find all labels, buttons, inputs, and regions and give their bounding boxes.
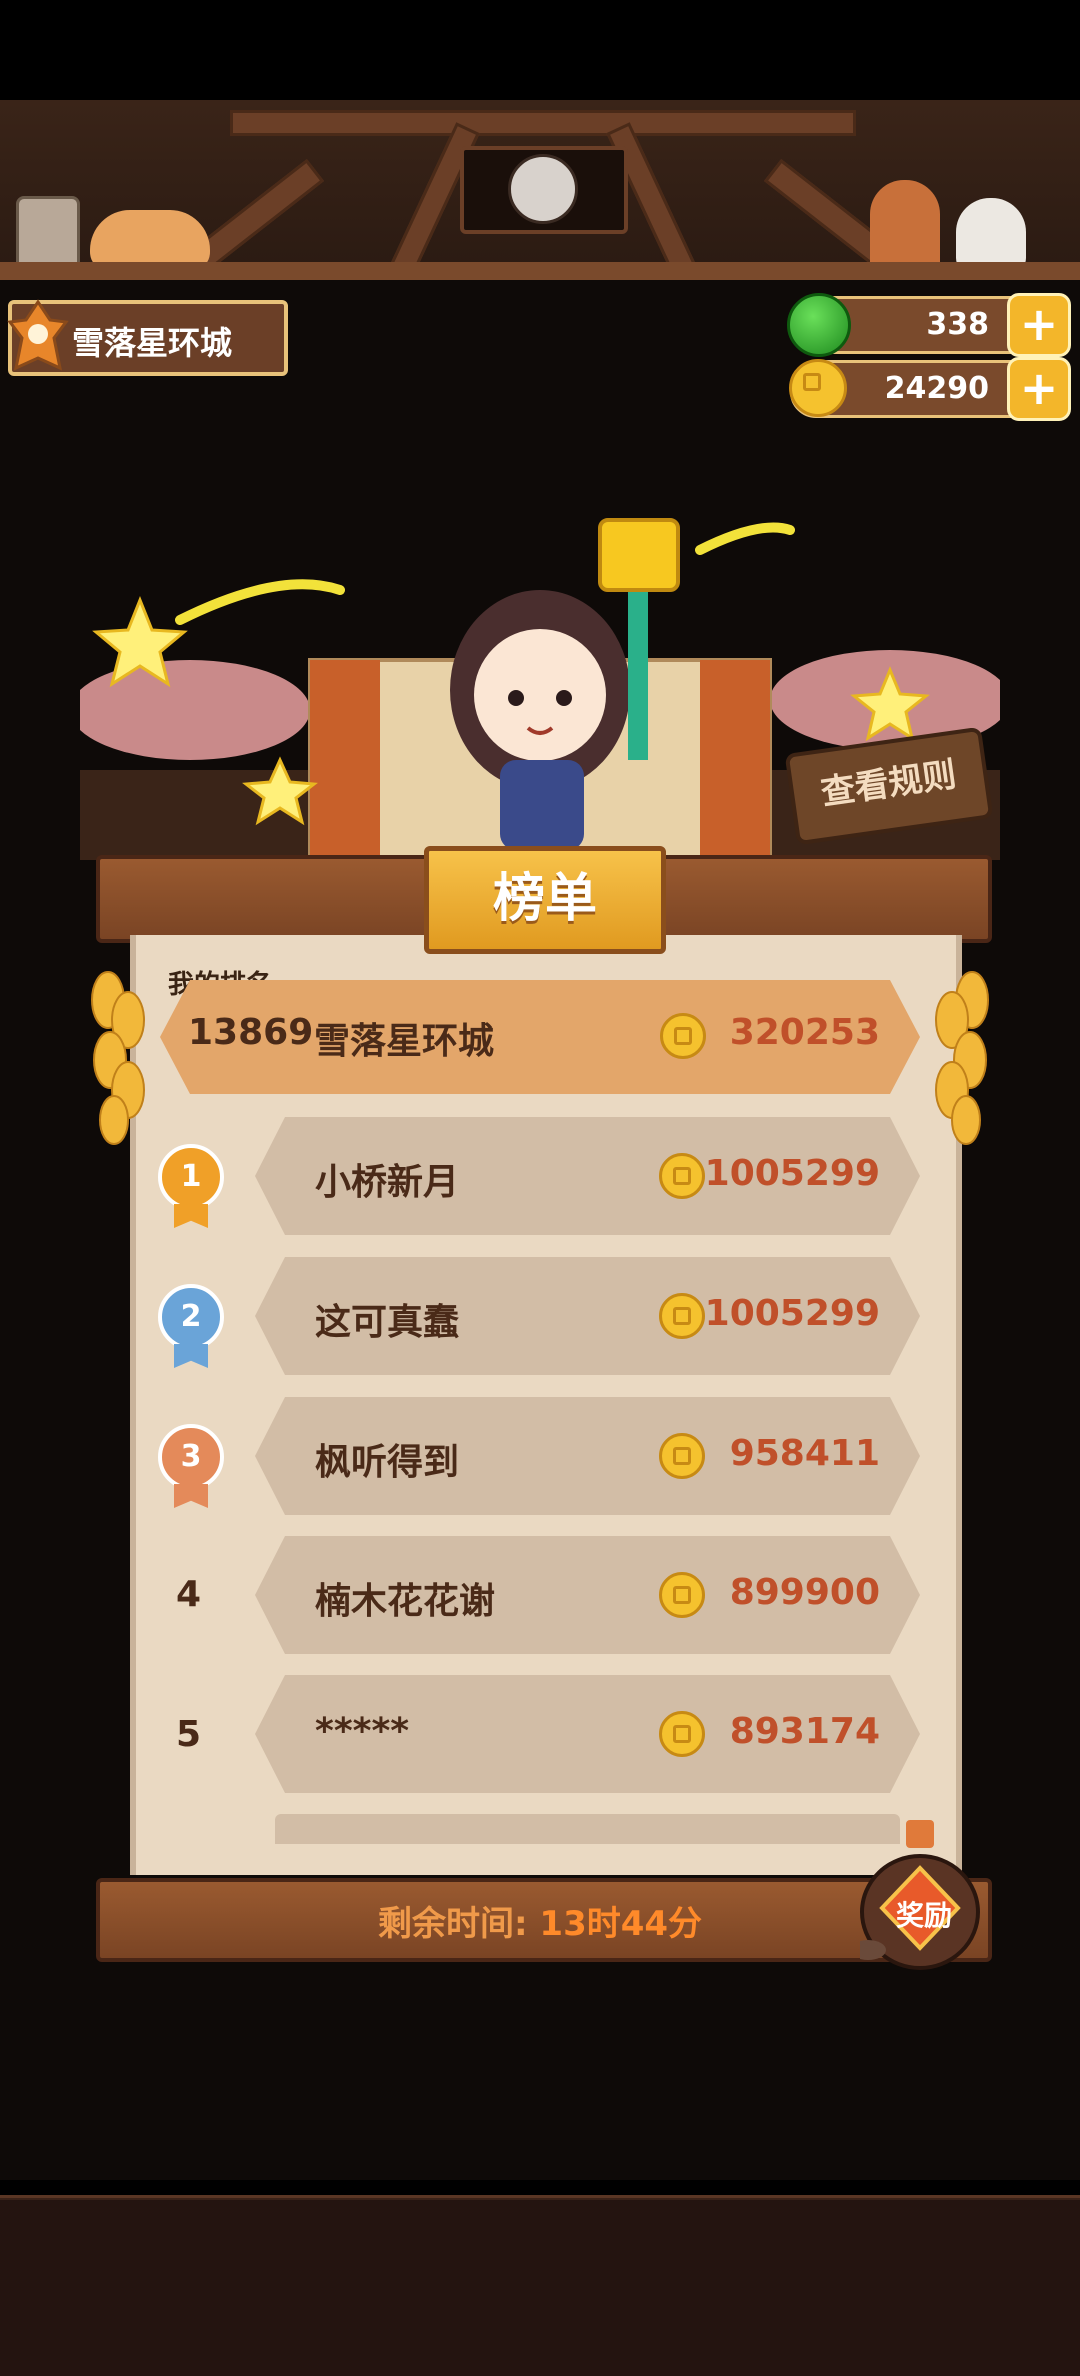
row-name: ***** (315, 1711, 410, 1752)
row-score: 893174 (729, 1711, 880, 1752)
row-score: 1005299 (704, 1153, 880, 1194)
coin-count: 24290 (884, 371, 989, 406)
leaderboard-row[interactable]: 楠木花花谢 899900 (255, 1536, 920, 1654)
row-rank-number: 5 (176, 1714, 202, 1755)
currency-coin: 24290 + (789, 357, 1071, 421)
gold-coin-icon (789, 359, 847, 417)
timer-value: 13时44分 (539, 1904, 703, 1944)
leaderboard-row[interactable]: 这可真蠢 1005299 (255, 1257, 920, 1375)
floor (0, 2200, 1080, 2376)
board-title: 榜单 (424, 846, 666, 954)
row-score: 899900 (729, 1572, 880, 1613)
leaderboard-row-partial (275, 1814, 900, 1844)
remaining-time: 剩余时间: 13时44分 (96, 1896, 984, 1945)
my-rank-number: 13869 (188, 1012, 314, 1053)
coin-icon (659, 1293, 705, 1339)
green-apple-icon (787, 293, 851, 357)
coin-icon (659, 1572, 705, 1618)
row-name: 楠木花花谢 (315, 1581, 496, 1622)
coin-icon (659, 1153, 705, 1199)
currency-apple: 338 + (787, 293, 1071, 357)
row-score: 958411 (729, 1433, 880, 1474)
my-rank-score: 320253 (729, 1012, 880, 1053)
coin-icon (659, 1433, 705, 1479)
player-avatar-icon (6, 298, 70, 372)
player-city-name: 雪落星环城 (72, 324, 233, 362)
bronze-medal-icon: 3 (158, 1424, 224, 1490)
attic-shelf (0, 262, 1080, 280)
leaderboard-row[interactable]: 枫听得到 958411 (255, 1397, 920, 1515)
corn-left-icon (91, 971, 145, 1145)
add-coin-button[interactable]: + (1007, 357, 1071, 421)
my-rank-name: 雪落星环城 (314, 1021, 495, 1062)
timer-label: 剩余时间: (377, 1904, 528, 1944)
gold-medal-icon: 1 (158, 1144, 224, 1210)
jar-icon (16, 196, 80, 272)
leaderboard-row[interactable]: 小桥新月 1005299 (255, 1117, 920, 1235)
coin-icon (660, 1013, 706, 1059)
apple-count: 338 (926, 307, 989, 342)
row-rank-number: 4 (176, 1574, 202, 1615)
corn-right-icon (935, 971, 989, 1145)
row-name: 这可真蠢 (315, 1302, 460, 1343)
attic-decoration (0, 100, 1080, 284)
row-name: 小桥新月 (315, 1162, 460, 1203)
silver-medal-icon: 2 (158, 1284, 224, 1350)
reward-label: 奖励 (895, 1899, 952, 1932)
row-score: 1005299 (704, 1293, 880, 1334)
row-name: 枫听得到 (315, 1442, 460, 1483)
coin-icon (659, 1711, 705, 1757)
player-city-badge[interactable]: 雪落星环城 (6, 298, 288, 376)
leaderboard-row[interactable]: ***** 893174 (255, 1675, 920, 1793)
raccoon-icon (508, 154, 578, 224)
my-rank-row: 13869 雪落星环城 320253 (160, 980, 920, 1094)
add-apple-button[interactable]: + (1007, 293, 1071, 357)
